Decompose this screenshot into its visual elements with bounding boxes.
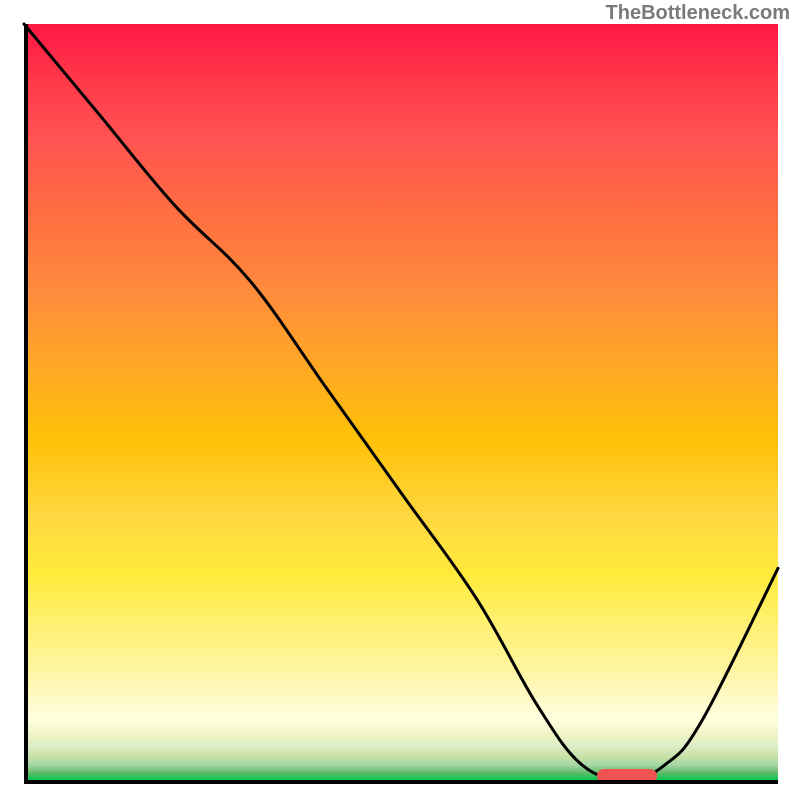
x-axis: [24, 780, 778, 784]
chart-svg: [24, 24, 778, 780]
y-axis: [24, 24, 28, 784]
chart-container: [24, 24, 778, 784]
watermark-text: TheBottleneck.com: [606, 2, 790, 25]
bottleneck-curve-line: [24, 24, 778, 780]
